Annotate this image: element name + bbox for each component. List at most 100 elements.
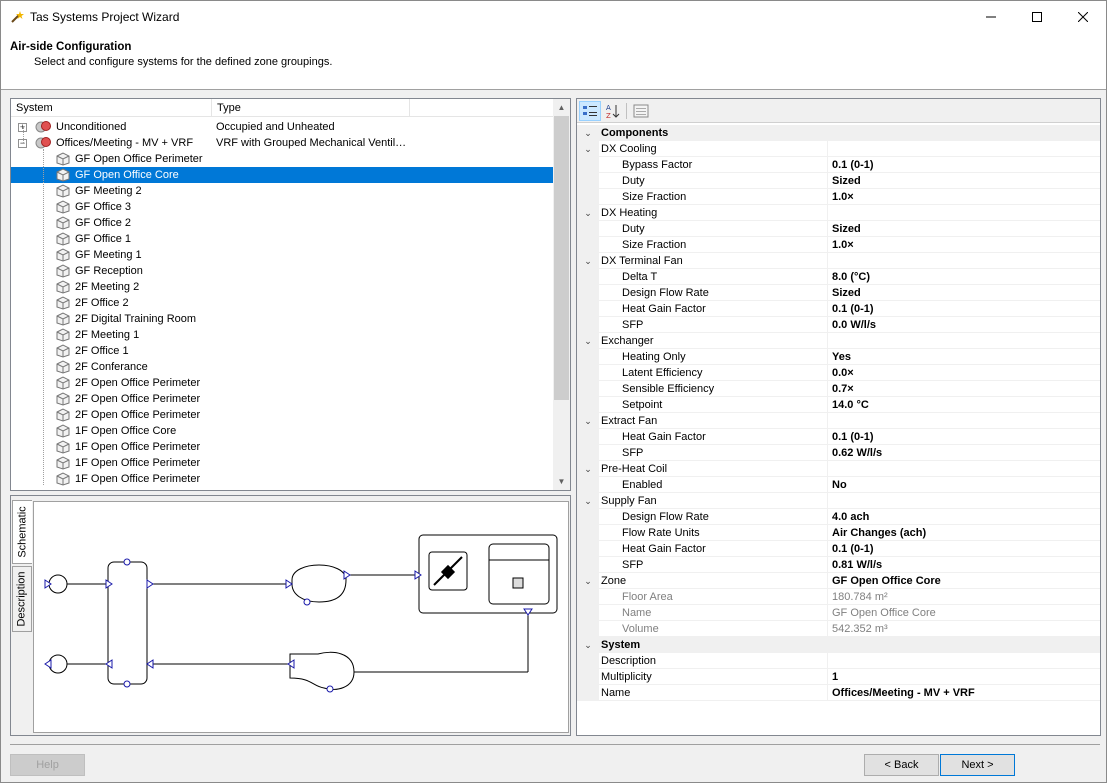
tree-zone-row[interactable]: GF Open Office Perimeter	[11, 151, 554, 167]
property-row[interactable]: Name Offices/Meeting - MV + VRF	[577, 685, 1100, 701]
tree-zone-row[interactable]: 2F Open Office Perimeter	[11, 391, 554, 407]
property-value[interactable]: GF Open Office Core	[832, 605, 936, 621]
tree-zone-row[interactable]: 2F Conferance	[11, 359, 554, 375]
property-row[interactable]: Design Flow Rate 4.0 ach	[577, 509, 1100, 525]
tree-group-row[interactable]: + Unconditioned Occupied and Unheated	[11, 119, 554, 135]
property-value[interactable]: 14.0 °C	[832, 397, 869, 413]
property-subcategory[interactable]: ⌄ Pre-Heat Coil	[577, 461, 1100, 477]
property-value[interactable]: 8.0 (°C)	[832, 269, 870, 285]
property-row[interactable]: Design Flow Rate Sized	[577, 285, 1100, 301]
collapse-chevron-icon[interactable]: ⌄	[577, 333, 599, 349]
property-pages-button[interactable]	[630, 101, 652, 121]
property-row[interactable]: Heat Gain Factor 0.1 (0-1)	[577, 429, 1100, 445]
property-subcategory[interactable]: ⌄ DX Cooling	[577, 141, 1100, 157]
property-row[interactable]: Heat Gain Factor 0.1 (0-1)	[577, 541, 1100, 557]
property-subcategory[interactable]: ⌄ Zone GF Open Office Core	[577, 573, 1100, 589]
property-row[interactable]: Floor Area 180.784 m²	[577, 589, 1100, 605]
property-row[interactable]: Delta T 8.0 (°C)	[577, 269, 1100, 285]
tree-zone-row[interactable]: GF Open Office Core	[11, 167, 554, 183]
tree-zone-row[interactable]: 1F Open Office Core	[11, 423, 554, 439]
collapse-chevron-icon[interactable]: ⌄	[577, 253, 599, 269]
property-subcategory[interactable]: ⌄ DX Heating	[577, 205, 1100, 221]
tree-zone-row[interactable]: 2F Digital Training Room	[11, 311, 554, 327]
back-button[interactable]: < Back	[864, 754, 939, 776]
property-row[interactable]: SFP 0.0 W/l/s	[577, 317, 1100, 333]
collapse-chevron-icon[interactable]: ⌄	[577, 573, 599, 589]
property-value[interactable]: 4.0 ach	[832, 509, 869, 525]
property-value[interactable]: 1.0×	[832, 189, 854, 205]
collapse-chevron-icon[interactable]: ⌄	[577, 141, 599, 157]
property-value[interactable]: 0.7×	[832, 381, 854, 397]
categorized-button[interactable]	[579, 101, 601, 121]
scroll-thumb[interactable]	[554, 116, 569, 400]
property-value[interactable]: 0.1 (0-1)	[832, 429, 874, 445]
property-value[interactable]: No	[832, 477, 847, 493]
tree-zone-row[interactable]: GF Office 1	[11, 231, 554, 247]
property-row[interactable]: Flow Rate Units Air Changes (ach)	[577, 525, 1100, 541]
system-tree[interactable]: System Type + Unconditioned Occupied and…	[10, 98, 571, 491]
tree-zone-row[interactable]: 2F Office 2	[11, 295, 554, 311]
scroll-up-icon[interactable]: ▲	[553, 99, 570, 116]
tree-zone-row[interactable]: 2F Open Office Perimeter	[11, 375, 554, 391]
property-value[interactable]: 180.784 m²	[832, 589, 888, 605]
column-system[interactable]: System	[11, 99, 212, 117]
tree-group-row[interactable]: − Offices/Meeting - MV + VRF VRF with Gr…	[11, 135, 554, 151]
property-value[interactable]: 0.1 (0-1)	[832, 157, 874, 173]
tab-description[interactable]: Description	[12, 566, 32, 632]
collapse-chevron-icon[interactable]: ⌄	[577, 413, 599, 429]
property-row[interactable]: Volume 542.352 m³	[577, 621, 1100, 637]
scroll-down-icon[interactable]: ▼	[553, 473, 570, 490]
collapse-chevron-icon[interactable]: ⌄	[577, 493, 599, 509]
property-row[interactable]: Multiplicity 1	[577, 669, 1100, 685]
property-row[interactable]: Sensible Efficiency 0.7×	[577, 381, 1100, 397]
tree-zone-row[interactable]: GF Meeting 1	[11, 247, 554, 263]
property-value[interactable]: Sized	[832, 221, 861, 237]
property-value[interactable]: 0.1 (0-1)	[832, 541, 874, 557]
property-subcategory[interactable]: ⌄ Extract Fan	[577, 413, 1100, 429]
collapse-chevron-icon[interactable]: ⌄	[577, 637, 599, 653]
property-row[interactable]: Heat Gain Factor 0.1 (0-1)	[577, 301, 1100, 317]
property-value[interactable]: Sized	[832, 285, 861, 301]
property-row[interactable]: Duty Sized	[577, 173, 1100, 189]
property-subcategory[interactable]: ⌄ Exchanger	[577, 333, 1100, 349]
tree-zone-row[interactable]: GF Office 2	[11, 215, 554, 231]
collapse-chevron-icon[interactable]: ⌄	[577, 205, 599, 221]
property-grid[interactable]: AZ ⌄ Components ⌄ DX Cooling Bypass Fact…	[576, 98, 1101, 736]
property-subcategory[interactable]: ⌄ Supply Fan	[577, 493, 1100, 509]
tree-zone-row[interactable]: GF Meeting 2	[11, 183, 554, 199]
column-type[interactable]: Type	[212, 99, 410, 117]
property-value[interactable]: 1.0×	[832, 237, 854, 253]
tree-zone-row[interactable]: 1F Open Office Perimeter	[11, 471, 554, 487]
collapse-chevron-icon[interactable]: ⌄	[577, 461, 599, 477]
property-row[interactable]: SFP 0.62 W/l/s	[577, 445, 1100, 461]
close-button[interactable]	[1060, 1, 1106, 33]
property-value[interactable]: 0.1 (0-1)	[832, 301, 874, 317]
property-value[interactable]: Offices/Meeting - MV + VRF	[832, 685, 975, 701]
property-value[interactable]: 0.62 W/l/s	[832, 445, 882, 461]
property-value[interactable]: Yes	[832, 349, 851, 365]
property-row[interactable]: Heating Only Yes	[577, 349, 1100, 365]
tree-zone-row[interactable]: 1F Open Office Perimeter	[11, 455, 554, 471]
tree-zone-row[interactable]: 2F Meeting 2	[11, 279, 554, 295]
property-value[interactable]: 0.0×	[832, 365, 854, 381]
property-category[interactable]: ⌄ System	[577, 637, 1100, 653]
tree-zone-row[interactable]: 2F Office 1	[11, 343, 554, 359]
property-value[interactable]: 542.352 m³	[832, 621, 888, 637]
property-subcategory[interactable]: ⌄ DX Terminal Fan	[577, 253, 1100, 269]
property-row[interactable]: Name GF Open Office Core	[577, 605, 1100, 621]
help-button[interactable]: Help	[10, 754, 85, 776]
tree-zone-row[interactable]: GF Office 3	[11, 199, 554, 215]
property-value[interactable]: 0.81 W/l/s	[832, 557, 882, 573]
tree-zone-row[interactable]: 1F Open Office Perimeter	[11, 439, 554, 455]
property-row[interactable]: SFP 0.81 W/l/s	[577, 557, 1100, 573]
property-row[interactable]: Description	[577, 653, 1100, 669]
tab-schematic[interactable]: Schematic	[12, 500, 32, 564]
property-row[interactable]: Enabled No	[577, 477, 1100, 493]
alphabetical-button[interactable]: AZ	[602, 101, 624, 121]
property-row[interactable]: Size Fraction 1.0×	[577, 189, 1100, 205]
property-value[interactable]: Air Changes (ach)	[832, 525, 926, 541]
property-value[interactable]: 1	[832, 669, 838, 685]
next-button[interactable]: Next >	[940, 754, 1015, 776]
property-category[interactable]: ⌄ Components	[577, 125, 1100, 141]
property-row[interactable]: Duty Sized	[577, 221, 1100, 237]
